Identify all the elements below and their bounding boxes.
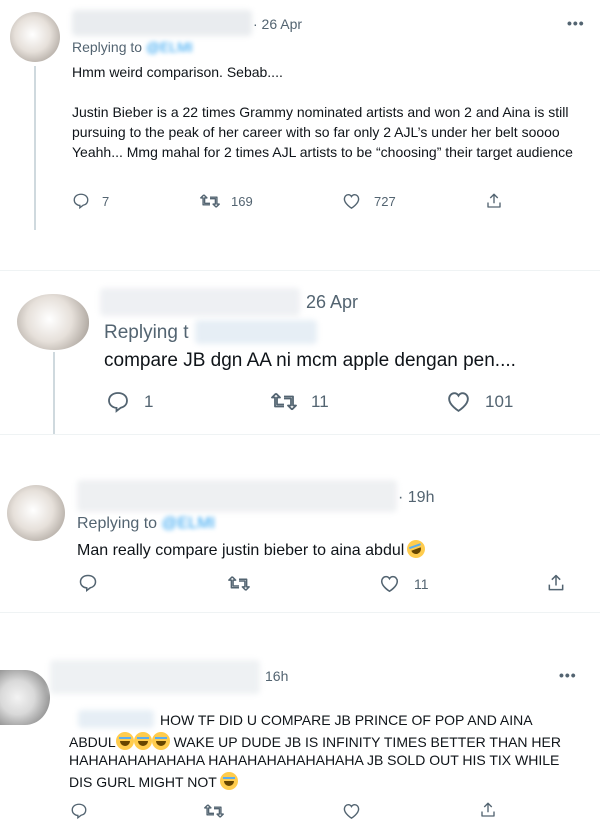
tweet-text: compare JB dgn AA ni mcm apple dengan pe… (104, 350, 516, 371)
avatar[interactable] (7, 485, 65, 541)
retweet-count: 11 (311, 391, 329, 411)
like-button[interactable]: 727 (342, 192, 396, 210)
thread-line (53, 352, 55, 434)
reply-button[interactable] (70, 802, 88, 820)
reply-icon (73, 193, 89, 210)
blurred-handle (78, 710, 154, 728)
tweet-4[interactable]: 16h ••• HOW TF DID U COMPARE JB PRINCE O… (0, 650, 600, 838)
replying-to-label: Replying to @ELMI (77, 515, 216, 532)
replying-to-label: Replying t (104, 322, 189, 343)
replying-to-label: Replying to @ELMI (72, 39, 193, 55)
reply-button[interactable] (78, 573, 98, 593)
tears-of-joy-emoji-icon (115, 732, 134, 750)
retweet-button[interactable]: 11 (271, 390, 329, 413)
retweet-button[interactable] (228, 574, 250, 593)
tweet-time[interactable]: · 19h (398, 489, 434, 507)
like-icon (448, 392, 469, 412)
tweet-text-line-4: DIS GURL MIGHT NOT (69, 772, 239, 790)
retweet-button[interactable] (204, 802, 224, 820)
like-button[interactable] (342, 802, 361, 820)
tears-of-joy-emoji-icon (151, 732, 170, 750)
reply-icon (71, 803, 87, 820)
reply-icon (108, 392, 128, 413)
like-button[interactable]: 101 (446, 390, 513, 413)
reply-button[interactable]: 7 (72, 192, 109, 210)
like-icon (343, 193, 360, 209)
avatar[interactable] (17, 294, 89, 350)
like-count: 11 (414, 575, 429, 592)
like-icon (343, 803, 360, 819)
tweet-text-line-1: HOW TF DID U COMPARE JB PRINCE OF POP AN… (160, 712, 533, 728)
tweet-time[interactable]: 16h (265, 668, 288, 684)
more-icon[interactable]: ••• (567, 15, 585, 31)
share-icon (548, 574, 564, 591)
retweet-icon (204, 804, 224, 818)
reply-count: 7 (102, 193, 110, 209)
avatar[interactable] (10, 12, 60, 62)
share-icon (487, 193, 501, 208)
blurred-handle (195, 320, 317, 344)
tweet-time[interactable]: 26 Apr (306, 292, 358, 313)
retweet-button[interactable]: 169 (200, 192, 253, 210)
retweet-icon (271, 392, 297, 411)
like-icon (380, 575, 399, 593)
like-button[interactable]: 11 (379, 574, 429, 593)
tweet-text: Man really compare justin bieber to aina… (77, 537, 428, 561)
replying-to-handle[interactable]: @ELMI (146, 39, 193, 55)
tears-of-joy-emoji-icon (133, 732, 152, 750)
divider (0, 612, 600, 613)
rofl-emoji-icon (404, 537, 428, 561)
reply-icon (79, 574, 97, 593)
retweet-icon (200, 194, 220, 208)
share-icon (481, 802, 495, 817)
reply-button[interactable]: 1 (106, 390, 153, 414)
divider (0, 434, 600, 435)
more-icon[interactable]: ••• (559, 667, 577, 683)
share-button[interactable] (479, 801, 497, 819)
blurred-author-name (77, 480, 397, 512)
replying-to-handle[interactable]: @ELMI (162, 515, 216, 532)
blurred-author-name (72, 10, 252, 36)
tweet-text: Hmm weird comparison. Sebab.... Justin B… (72, 64, 573, 160)
tweet-text-line-2: ABDUL WAKE UP DUDE JB IS INFINITY TIMES … (69, 732, 561, 750)
retweet-icon (228, 576, 250, 591)
share-button[interactable] (546, 573, 566, 593)
retweet-count: 169 (231, 193, 253, 209)
like-count: 101 (485, 391, 514, 411)
tweet-2[interactable]: 26 Apr Replying t compare JB dgn AA ni m… (0, 272, 600, 434)
blurred-author-name (50, 660, 260, 694)
tweet-3[interactable]: · 19h Replying to @ELMI Man really compa… (0, 470, 600, 610)
share-button[interactable] (485, 192, 503, 210)
avatar[interactable] (0, 670, 50, 725)
tweet-time[interactable]: · 26 Apr (253, 16, 302, 32)
like-count: 727 (374, 193, 396, 209)
blurred-author-name (100, 288, 300, 316)
tears-of-joy-emoji-icon (220, 772, 239, 790)
tweet-text-line-3: HAHAHAHAHAHAHA HAHAHAHAHAHAHAHA JB SOLD … (69, 752, 560, 768)
reply-count: 1 (144, 392, 154, 411)
divider (0, 270, 600, 271)
tweet-1[interactable]: · 26 Apr ••• Replying to @ELMI Hmm weird… (0, 0, 600, 245)
thread-line (34, 66, 36, 230)
